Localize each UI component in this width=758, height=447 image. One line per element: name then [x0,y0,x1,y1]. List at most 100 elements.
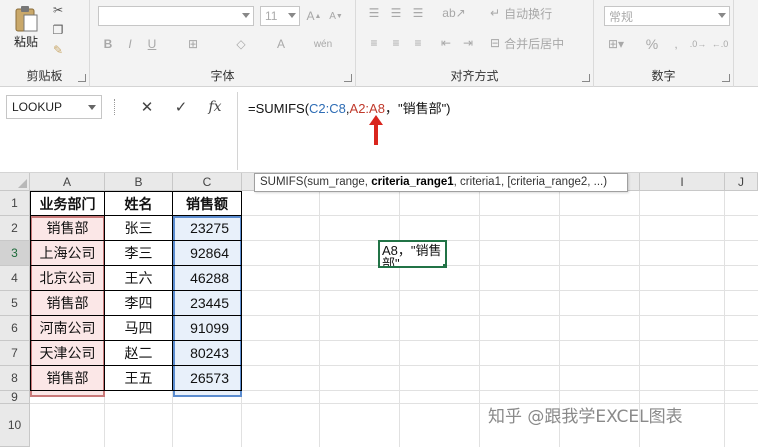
column-header-i[interactable]: I [640,173,725,191]
table-cell[interactable]: 李三 [105,241,173,266]
table-cell[interactable]: 马四 [105,316,173,341]
align-bottom-icon[interactable]: ☰ [408,4,428,22]
align-middle-icon[interactable]: ☰ [386,4,406,22]
number-format-dropdown[interactable]: 常规 [604,6,730,26]
table-cell[interactable]: 河南公司 [30,316,105,341]
name-box[interactable]: LOOKUP [6,95,102,119]
currency-icon[interactable]: ⊞▾ [604,34,628,54]
phonetic-icon[interactable]: wén [312,34,334,54]
font-group: 11 A ▲ A ▼ B I U ⊞ ◇ A wén 字体 [90,0,356,87]
column-header-j[interactable]: J [725,173,758,191]
copy-icon[interactable]: ❐ [50,22,66,38]
table-cell[interactable]: 李四 [105,291,173,316]
table-header-cell[interactable]: 姓名 [105,191,173,216]
table-cell[interactable]: 23445 [173,291,242,316]
table-cell[interactable]: 23275 [173,216,242,241]
column-header-b[interactable]: B [105,173,173,191]
clipboard-launcher-icon[interactable] [78,74,86,82]
ribbon: 粘贴 ✂ ❐ ✎ 剪贴板 11 A ▲ A ▼ B I U ⊞ ◇ A wén 字体… [0,0,758,87]
table-cell[interactable]: 王六 [105,266,173,291]
insert-function-icon[interactable]: fx [202,95,228,119]
decrease-decimal-icon[interactable]: ←.0 [710,34,730,54]
row-header-4[interactable]: 4 [0,266,30,291]
table-cell[interactable]: 80243 [173,341,242,366]
column-header-a[interactable]: A [30,173,105,191]
formula-text: =SUMIFS(C2:C8,A2:A8，"销售部") [248,98,451,117]
table-cell[interactable]: 销售部 [30,366,105,391]
underline-button[interactable]: U [142,34,162,54]
tooltip-current-arg: criteria_range1 [371,176,454,188]
align-center-icon[interactable]: ≡ [386,34,406,52]
formula-prefix: =SUMIFS( [248,101,310,116]
increase-indent-icon[interactable]: ⇥ [458,34,478,52]
font-launcher-icon[interactable] [344,74,352,82]
enter-icon[interactable]: ✓ [168,95,194,119]
comma-style-icon[interactable]: , [668,34,684,54]
formula-suffix: ，"销售部") [384,101,451,116]
row-header-6[interactable]: 6 [0,316,30,341]
wrap-text-button[interactable]: ↵ 自动换行 [490,4,570,22]
row-header-5[interactable]: 5 [0,291,30,316]
row-header-2[interactable]: 2 [0,216,30,241]
number-launcher-icon[interactable] [722,74,730,82]
table-cell[interactable]: 张三 [105,216,173,241]
row-header-10[interactable]: 10 [0,404,30,447]
row-header-9[interactable]: 9 [0,390,30,404]
font-color-icon[interactable]: A [270,34,292,54]
alignment-launcher-icon[interactable] [582,74,590,82]
table-cell[interactable]: 销售部 [30,216,105,241]
row-header-7[interactable]: 7 [0,341,30,366]
orientation-icon[interactable]: ab↗ [442,4,466,22]
table-cell[interactable]: 46288 [173,266,242,291]
table-header-cell[interactable]: 销售额 [173,191,242,216]
merge-center-button[interactable]: ⊟ 合并后居中 [490,34,590,52]
number-group: 常规 ⊞▾ % , .0→ ←.0 数字 [594,0,734,87]
table-cell[interactable]: 王五 [105,366,173,391]
bold-button[interactable]: B [98,34,118,54]
fill-color-icon[interactable]: ◇ [230,34,252,54]
increase-decimal-icon[interactable]: .0→ [688,34,708,54]
formula-bar-separator [114,99,116,115]
name-box-dropdown-icon[interactable] [88,105,96,110]
align-top-icon[interactable]: ☰ [364,4,384,22]
align-left-icon[interactable]: ≡ [364,34,384,52]
table-cell[interactable]: 北京公司 [30,266,105,291]
table-cell[interactable]: 赵二 [105,341,173,366]
percent-button[interactable]: % [642,34,662,54]
table-header-cell[interactable]: 业务部门 [30,191,105,216]
select-all-corner[interactable] [0,173,30,191]
watermark: 知乎 @跟我学EXCEL图表 [488,407,683,427]
table-cell[interactable]: 销售部 [30,291,105,316]
table-cell[interactable]: 91099 [173,316,242,341]
name-box-value: LOOKUP [12,100,63,114]
function-tooltip: SUMIFS(sum_range, criteria_range1, crite… [254,173,628,192]
table-cell[interactable]: 92864 [173,241,242,266]
paste-button[interactable]: 粘贴 [8,2,44,52]
active-edit-cell-text: A8，"销售部" [382,243,442,268]
row-header-8[interactable]: 8 [0,366,30,391]
annotation-arrow-icon [369,115,383,145]
font-family-dropdown[interactable] [98,6,254,26]
active-edit-cell[interactable]: A8，"销售部" [378,240,447,268]
table-cell[interactable]: 天津公司 [30,341,105,366]
cancel-icon[interactable]: ✕ [134,95,160,119]
decrease-font-icon[interactable]: A ▼ [326,6,346,26]
borders-icon[interactable]: ⊞ [182,34,204,54]
table-cell[interactable]: 26573 [173,366,242,391]
table-cell[interactable]: 上海公司 [30,241,105,266]
number-group-label: 数字 [651,69,676,83]
row-header-1[interactable]: 1 [0,191,30,216]
row-header-3[interactable]: 3 [0,241,30,266]
align-right-icon[interactable]: ≡ [408,34,428,52]
alignment-group-label: 对齐方式 [450,69,499,83]
format-painter-icon[interactable]: ✎ [50,42,66,58]
formula-input[interactable]: =SUMIFS(C2:C8,A2:A8，"销售部") [237,92,758,170]
wrap-text-icon: ↵ [490,6,501,20]
font-size-dropdown[interactable]: 11 [260,6,300,26]
column-header-c[interactable]: C [173,173,242,191]
gridline [479,191,480,447]
italic-button[interactable]: I [120,34,140,54]
increase-font-icon[interactable]: A ▲ [304,6,324,26]
decrease-indent-icon[interactable]: ⇤ [436,34,456,52]
cut-icon[interactable]: ✂ [50,2,66,18]
